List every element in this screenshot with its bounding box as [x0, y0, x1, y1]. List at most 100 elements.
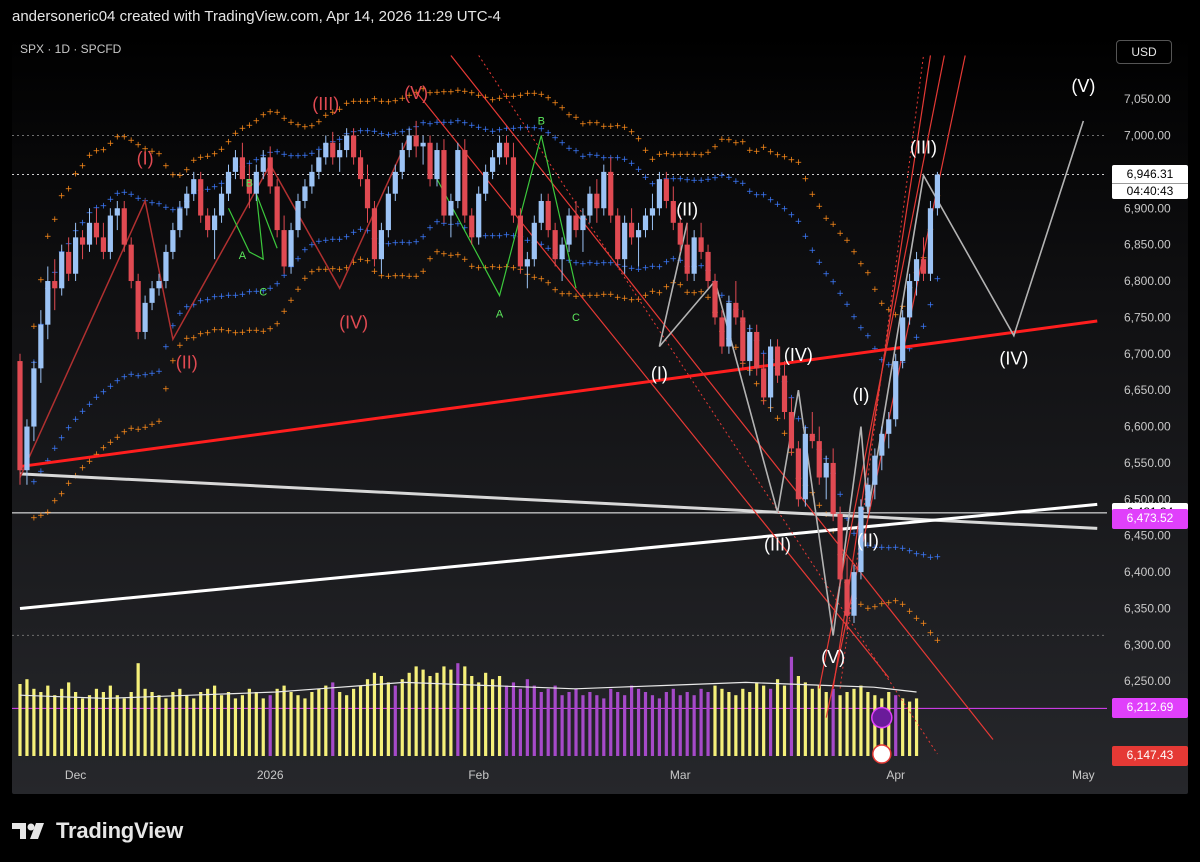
candle-body: [59, 251, 65, 289]
upper-blue-band-dot: +: [913, 333, 921, 343]
volume-bar: [831, 688, 835, 756]
volume-bar: [206, 688, 210, 756]
candle-body: [927, 208, 934, 274]
candle-body: [476, 193, 482, 238]
volume-bar: [685, 692, 689, 756]
candle-body: [149, 288, 155, 303]
upper-blue-band-dot: +: [850, 313, 858, 323]
tradingview-logo[interactable]: TradingView: [12, 818, 183, 844]
volume-bar: [164, 698, 168, 756]
volume-bar: [94, 688, 99, 756]
volume-bar: [901, 698, 905, 756]
volume-bar: [762, 685, 766, 756]
candle-body: [135, 281, 141, 332]
volume-bar: [240, 695, 244, 756]
volume-bar: [129, 692, 133, 756]
volume-bar: [553, 685, 557, 756]
volume-bar: [101, 692, 105, 756]
wave-label: (IV): [339, 312, 368, 332]
y-axis-tick-label: 6,400.00: [1124, 565, 1171, 579]
candle-body: [531, 222, 537, 260]
candle-body: [705, 251, 711, 282]
candle-body: [364, 179, 371, 209]
wave-label: (IV): [999, 349, 1028, 369]
candle-body: [93, 222, 100, 238]
candle-body: [566, 215, 572, 245]
candle-body: [691, 237, 697, 274]
candle-body: [17, 361, 23, 471]
candle-body: [302, 186, 308, 201]
price-chart[interactable]: +++++++++ + +++ + + + + + +++ +++ + + + ++++ + ++ + ++ + + +…: [12, 34, 1188, 794]
candle-body: [170, 230, 176, 252]
lower-blue-band-dot: +: [162, 342, 170, 352]
volume-bar: [442, 666, 446, 756]
volume-bar: [734, 695, 738, 756]
candle-body: [816, 441, 822, 478]
candle-body: [809, 433, 815, 442]
wave-label: A: [496, 308, 504, 320]
volume-bar: [706, 692, 710, 756]
event-lightning-icon: [871, 706, 893, 729]
candle-body: [225, 171, 232, 194]
candle-body: [830, 462, 836, 514]
candle-body: [649, 208, 656, 216]
y-axis-tick-label: 7,000.00: [1124, 128, 1171, 142]
wave-label: (V): [821, 647, 845, 667]
candle-body: [455, 150, 461, 201]
currency-button[interactable]: USD: [1116, 40, 1172, 64]
candle-body: [795, 448, 801, 500]
lower-blue-band-dot: +: [58, 434, 66, 444]
candle-body: [754, 331, 760, 369]
volume-bar: [386, 682, 390, 756]
upper-blue-band-dot: +: [795, 217, 803, 227]
candle-body: [156, 281, 162, 289]
upper-orange-band-dot: +: [795, 158, 803, 168]
y-axis-tick-label: 6,850.00: [1124, 238, 1171, 252]
candle-body: [635, 230, 642, 238]
candle-body: [177, 208, 183, 231]
tradingview-logo-icon: [12, 823, 44, 839]
lower-orange-band-dot: +: [704, 293, 712, 303]
upper-blue-band-dot: +: [864, 332, 872, 342]
lower-blue-band-dot: +: [419, 233, 427, 243]
volume-bar: [782, 685, 787, 756]
volume-bar: [567, 692, 571, 756]
candle-body: [920, 259, 927, 274]
candle-body: [698, 237, 704, 252]
volume-bar: [671, 688, 675, 756]
candle-body: [893, 361, 899, 420]
us-flag-icon: [872, 744, 892, 764]
lower-orange-band-dot: +: [280, 307, 288, 317]
candle-body: [385, 193, 391, 231]
candle-body: [378, 230, 384, 260]
candle-body: [100, 237, 106, 252]
y-axis-tick-label: 6,800.00: [1124, 274, 1171, 288]
upper-blue-band-dot: +: [927, 301, 935, 311]
symbol-label[interactable]: SPX · 1D · SPCFD: [20, 42, 121, 56]
wave-label: (IV): [784, 345, 813, 365]
volume-bar: [247, 688, 251, 756]
volume-bar: [803, 682, 807, 756]
volume-bar: [213, 685, 217, 756]
candle-body: [45, 281, 51, 325]
upper-orange-band-dot: +: [802, 175, 810, 185]
volume-bar: [859, 685, 863, 756]
y-axis-tick-label: 6,550.00: [1124, 456, 1171, 470]
candle-body: [260, 157, 266, 172]
lower-orange-band-dot: +: [162, 384, 170, 394]
lower-orange-band-dot: +: [58, 489, 66, 499]
chart-panel[interactable]: + + + + + + + + + + + + + + + + + + + + + + + + + + + + + + + + + + + + + + + +…: [12, 34, 1188, 794]
volume-bar: [303, 698, 307, 756]
wave-label: (I): [852, 385, 869, 405]
volume-bar: [407, 672, 411, 756]
volume-bar: [525, 679, 529, 756]
candle-body: [309, 171, 315, 187]
wave-label: C: [572, 312, 580, 324]
volume-bar: [741, 688, 745, 756]
candle-body: [337, 150, 343, 158]
upper-blue-band-dot: +: [79, 218, 87, 228]
volume-bar: [275, 688, 279, 756]
volume-bar: [616, 692, 620, 756]
candle-body: [198, 179, 204, 216]
candle-body: [886, 419, 892, 434]
